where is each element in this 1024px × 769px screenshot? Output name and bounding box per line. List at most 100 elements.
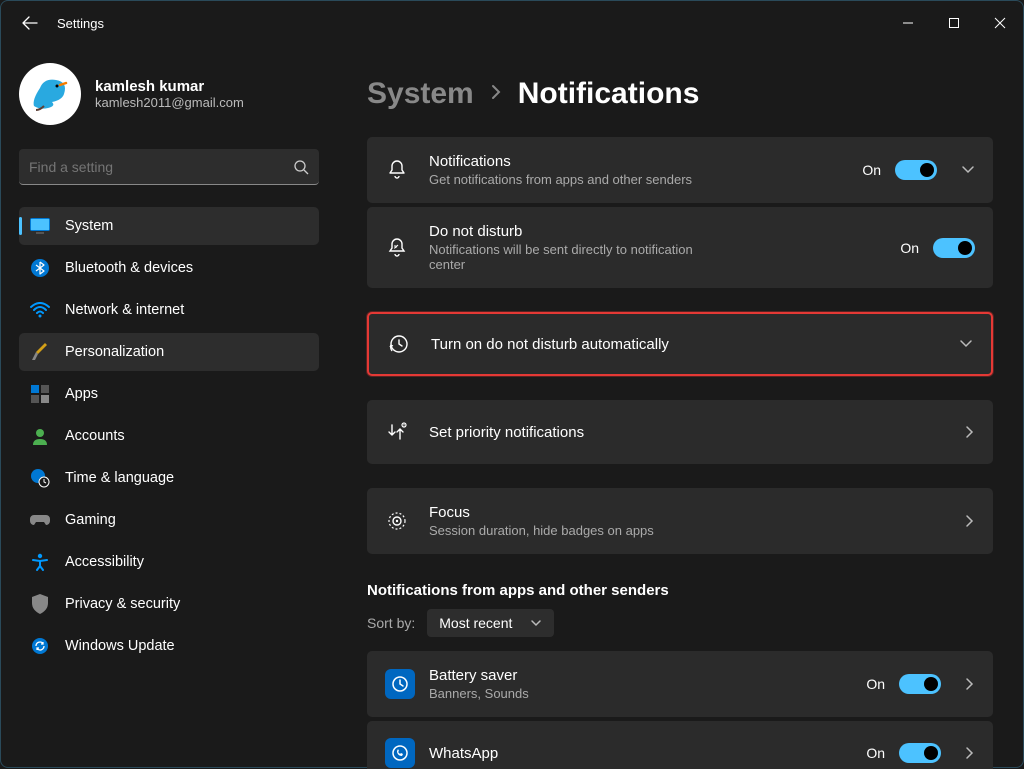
sidebar-item-personalization[interactable]: Personalization [19, 333, 319, 371]
chevron-right-icon[interactable] [965, 677, 975, 691]
sidebar-item-accessibility[interactable]: Accessibility [19, 543, 319, 581]
minimize-icon [902, 17, 914, 29]
back-button[interactable] [21, 14, 39, 32]
panel-dnd[interactable]: Do not disturb Notifications will be sen… [367, 207, 993, 288]
arrow-left-icon [22, 16, 38, 30]
app-toggle[interactable] [899, 674, 941, 694]
update-icon [29, 635, 51, 657]
page-title: Notifications [518, 77, 700, 111]
wifi-icon [29, 299, 51, 321]
sidebar-item-label: Accounts [65, 428, 125, 444]
panel-subtitle: Get notifications from apps and other se… [429, 172, 729, 187]
bluetooth-icon [29, 257, 51, 279]
toggle-state: On [862, 162, 881, 178]
sort-label: Sort by: [367, 615, 415, 631]
maximize-button[interactable] [931, 1, 977, 45]
panel-title: Set priority notifications [429, 424, 965, 441]
sidebar-item-label: Windows Update [65, 638, 175, 654]
profile-name: kamlesh kumar [95, 78, 244, 95]
accessibility-icon [29, 551, 51, 573]
app-toggle[interactable] [899, 743, 941, 763]
sidebar-item-label: Personalization [65, 344, 164, 360]
profile[interactable]: kamlesh kumar kamlesh2011@gmail.com [19, 63, 319, 125]
sidebar-item-bluetooth[interactable]: Bluetooth & devices [19, 249, 319, 287]
app-icon [385, 669, 415, 699]
person-icon [29, 425, 51, 447]
minimize-button[interactable] [885, 1, 931, 45]
avatar-image [19, 63, 81, 125]
close-button[interactable] [977, 1, 1023, 45]
clock-arrow-icon [387, 332, 411, 356]
notifications-toggle[interactable] [895, 160, 937, 180]
sidebar-item-accounts[interactable]: Accounts [19, 417, 319, 455]
titlebar: Settings [1, 1, 1023, 45]
app-icon [385, 738, 415, 768]
sidebar-item-windows-update[interactable]: Windows Update [19, 627, 319, 665]
shield-icon [29, 593, 51, 615]
sort-value: Most recent [439, 615, 512, 631]
dnd-icon [385, 236, 409, 260]
panel-auto-dnd[interactable]: Turn on do not disturb automatically [367, 312, 993, 376]
sort-row: Sort by: Most recent [367, 609, 993, 637]
bell-icon [385, 158, 409, 182]
panel-notifications[interactable]: Notifications Get notifications from app… [367, 137, 993, 203]
close-icon [994, 17, 1006, 29]
maximize-icon [948, 17, 960, 29]
sidebar-item-label: Gaming [65, 512, 116, 528]
chevron-right-icon[interactable] [965, 514, 975, 528]
sidebar: kamlesh kumar kamlesh2011@gmail.com Syst… [1, 45, 331, 769]
gamepad-icon [29, 509, 51, 531]
sidebar-item-label: Accessibility [65, 554, 144, 570]
sidebar-item-label: Apps [65, 386, 98, 402]
chevron-down-icon[interactable] [959, 339, 973, 349]
app-name: Battery saver [429, 667, 866, 684]
panel-title: Do not disturb [429, 223, 900, 240]
sidebar-item-privacy[interactable]: Privacy & security [19, 585, 319, 623]
sidebar-item-label: Network & internet [65, 302, 184, 318]
focus-icon [385, 509, 409, 533]
sidebar-item-time-language[interactable]: Time & language [19, 459, 319, 497]
chevron-right-icon[interactable] [965, 425, 975, 439]
section-heading: Notifications from apps and other sender… [367, 582, 993, 599]
search-input[interactable] [29, 159, 293, 175]
panel-priority[interactable]: Set priority notifications [367, 400, 993, 464]
sidebar-item-label: System [65, 218, 113, 234]
panel-focus[interactable]: Focus Session duration, hide badges on a… [367, 488, 993, 554]
content: System Notifications Notifications Get n… [331, 45, 1023, 769]
sidebar-item-label: Privacy & security [65, 596, 180, 612]
search-box[interactable] [19, 149, 319, 185]
panel-title: Turn on do not disturb automatically [431, 336, 959, 353]
system-icon [29, 215, 51, 237]
app-title: Settings [57, 16, 104, 31]
nav: System Bluetooth & devices Network & int… [19, 207, 319, 665]
app-name: WhatsApp [429, 745, 866, 762]
panel-title: Focus [429, 504, 965, 521]
sidebar-item-label: Bluetooth & devices [65, 260, 193, 276]
app-row-whatsapp[interactable]: WhatsApp On [367, 721, 993, 769]
sort-dropdown[interactable]: Most recent [427, 609, 554, 637]
dnd-toggle[interactable] [933, 238, 975, 258]
avatar [19, 63, 81, 125]
sidebar-item-apps[interactable]: Apps [19, 375, 319, 413]
window-controls [885, 1, 1023, 45]
profile-email: kamlesh2011@gmail.com [95, 95, 244, 110]
search-icon [293, 159, 309, 175]
clock-globe-icon [29, 467, 51, 489]
chevron-down-icon[interactable] [961, 165, 975, 175]
sidebar-item-gaming[interactable]: Gaming [19, 501, 319, 539]
toggle-state: On [900, 240, 919, 256]
toggle-state: On [866, 676, 885, 692]
breadcrumb-parent[interactable]: System [367, 77, 474, 111]
toggle-state: On [866, 745, 885, 761]
app-row-battery-saver[interactable]: Battery saver Banners, Sounds On [367, 651, 993, 717]
sidebar-item-system[interactable]: System [19, 207, 319, 245]
paintbrush-icon [29, 341, 51, 363]
priority-icon [385, 420, 409, 444]
breadcrumb: System Notifications [367, 77, 993, 111]
chevron-right-icon [490, 83, 502, 106]
panel-title: Notifications [429, 153, 862, 170]
chevron-down-icon [530, 619, 542, 627]
sidebar-item-network[interactable]: Network & internet [19, 291, 319, 329]
chevron-right-icon[interactable] [965, 746, 975, 760]
panel-subtitle: Session duration, hide badges on apps [429, 523, 729, 538]
